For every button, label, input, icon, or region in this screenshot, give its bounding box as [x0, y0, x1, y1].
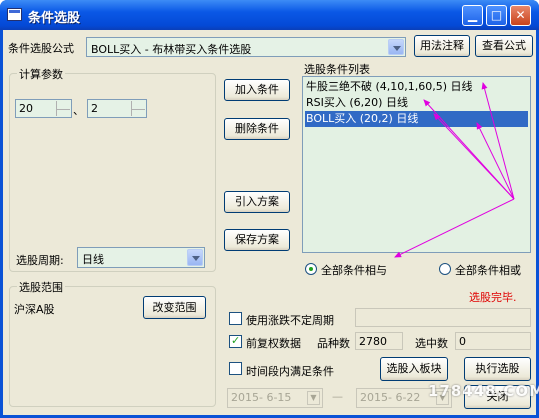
close-icon: ✕ [515, 8, 526, 22]
minimize-icon: ▁ [467, 8, 478, 22]
window: 条件选股 ▁ □ ✕ 条件选股公式 BOLL买入 - 布林带买入条件选股 用法注… [0, 0, 539, 418]
annotation-arrows [394, 82, 515, 258]
window-title: 条件选股 [28, 11, 81, 26]
maximize-icon: □ [490, 8, 503, 22]
dialog-body: 条件选股公式 BOLL买入 - 布林带买入条件选股 用法注释 查看公式 计算参数… [3, 30, 539, 415]
title-bar[interactable]: 条件选股 ▁ □ ✕ [0, 0, 539, 30]
close-window-button[interactable]: ✕ [510, 5, 531, 26]
maximize-button[interactable]: □ [486, 5, 507, 26]
minimize-button[interactable]: ▁ [462, 5, 483, 26]
app-icon [7, 8, 22, 21]
